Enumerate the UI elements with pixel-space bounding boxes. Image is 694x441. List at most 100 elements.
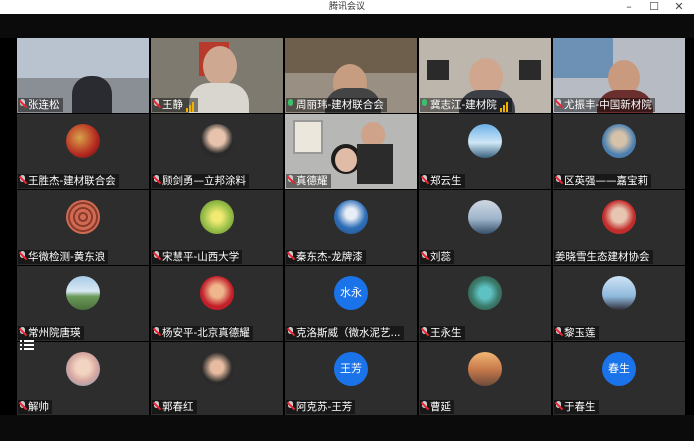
participant-avatar <box>468 352 502 386</box>
signal-strength-icon <box>186 98 195 112</box>
participant-name: 王静 <box>162 99 183 111</box>
participant-name: 黎玉莲 <box>564 327 596 339</box>
participant-name: 常州院唐瑛 <box>28 327 81 339</box>
title-bar: 腾讯会议 – ☐ ✕ <box>0 0 694 14</box>
participant-name: 张连松 <box>28 99 60 111</box>
participant-avatar <box>602 276 636 310</box>
participant-tile[interactable]: 常州院唐瑛 <box>17 266 149 341</box>
participant-tile[interactable]: 王芳 阿克苏-王芳 <box>285 342 417 415</box>
participant-tile[interactable]: 曹延 <box>419 342 551 415</box>
participant-avatar <box>66 200 100 234</box>
mic-muted-icon <box>555 401 562 411</box>
mic-muted-icon <box>421 401 428 411</box>
participant-avatar: 水永 <box>334 276 368 310</box>
mic-muted-icon <box>19 175 26 185</box>
participant-name: 王胜杰-建材联合会 <box>28 175 116 187</box>
participant-tile[interactable]: 杨安平-北京真德耀 <box>151 266 283 341</box>
participant-tile[interactable]: 王静 <box>151 38 283 113</box>
participant-tile[interactable]: 宋慧平-山西大学 <box>151 190 283 265</box>
participant-avatar <box>66 352 100 386</box>
mic-muted-icon <box>421 327 428 337</box>
participant-avatar <box>468 276 502 310</box>
mic-muted-icon <box>153 401 160 411</box>
mic-muted-icon <box>19 251 26 261</box>
participant-avatar <box>602 124 636 158</box>
participant-name: 阿克苏-王芳 <box>296 401 353 413</box>
participant-tile[interactable]: 华微检测-黄东浪 <box>17 190 149 265</box>
mic-muted-icon <box>287 401 294 411</box>
participant-avatar <box>200 352 234 386</box>
participant-avatar <box>66 276 100 310</box>
participant-avatar <box>468 124 502 158</box>
participant-tile[interactable]: 冀志江-建材院 <box>419 38 551 113</box>
participant-name: 顾剑勇—立邦涂料 <box>162 175 246 187</box>
mic-muted-icon <box>287 175 294 185</box>
participant-tile[interactable]: 黎玉莲 <box>553 266 685 341</box>
participant-name: 周丽玮-建材联合会 <box>296 99 384 111</box>
mic-muted-icon <box>19 327 26 337</box>
mic-muted-icon <box>555 99 562 109</box>
participant-avatar <box>200 200 234 234</box>
mic-muted-icon <box>153 99 160 109</box>
participant-tile[interactable]: 尤振丰-中国新材院 <box>553 38 685 113</box>
participant-name: 姜晓雪生态建材协会 <box>555 251 650 263</box>
participant-grid: 张连松 王静 周丽玮-建材联合会 冀志江-建材院 尤振丰-中国新材院 王胜杰-建… <box>17 38 685 415</box>
participant-avatar: 王芳 <box>334 352 368 386</box>
participant-tile[interactable]: 真德耀 <box>285 114 417 189</box>
mic-muted-icon <box>19 401 26 411</box>
mic-active-icon <box>421 99 428 109</box>
mic-muted-icon <box>19 99 26 109</box>
participant-name: 宋慧平-山西大学 <box>162 251 240 263</box>
minimize-button[interactable]: – <box>620 0 638 14</box>
participant-name: 解帅 <box>28 401 49 413</box>
participant-name: 王永生 <box>430 327 462 339</box>
mic-muted-icon <box>421 251 428 261</box>
participant-name: 尤振丰-中国新材院 <box>564 99 652 111</box>
participant-tile[interactable]: 王永生 <box>419 266 551 341</box>
signal-strength-icon <box>499 98 509 112</box>
mic-active-icon <box>287 99 294 109</box>
participant-name: 真德耀 <box>296 175 328 187</box>
participant-avatar <box>200 124 234 158</box>
mic-muted-icon <box>153 175 160 185</box>
window-title: 腾讯会议 <box>328 2 365 12</box>
close-button[interactable]: ✕ <box>670 0 688 14</box>
participant-name: 区英强——嘉宝莉 <box>564 175 648 187</box>
participant-name: 郭春红 <box>162 401 194 413</box>
mic-muted-icon <box>555 327 562 337</box>
participant-tile[interactable]: 张连松 <box>17 38 149 113</box>
participant-name: 曹延 <box>430 401 451 413</box>
top-toolbar-area <box>0 14 694 38</box>
participant-tile[interactable]: 春生 于春生 <box>553 342 685 415</box>
maximize-button[interactable]: ☐ <box>645 0 663 14</box>
participant-name: 华微检测-黄东浪 <box>28 251 106 263</box>
participant-tile[interactable]: 刘蕊 <box>419 190 551 265</box>
list-menu-icon[interactable] <box>20 339 38 353</box>
participant-avatar <box>602 200 636 234</box>
participant-avatar: 春生 <box>602 352 636 386</box>
participant-name: 郑云生 <box>430 175 462 187</box>
participant-tile[interactable]: 水永 克洛斯威（微水泥艺... <box>285 266 417 341</box>
participant-name: 于春生 <box>564 401 596 413</box>
participant-name: 克洛斯威（微水泥艺... <box>296 327 401 339</box>
participant-avatar <box>334 200 368 234</box>
bottom-toolbar-area <box>0 415 694 441</box>
mic-muted-icon <box>421 175 428 185</box>
mic-muted-icon <box>555 175 562 185</box>
participant-avatar <box>468 200 502 234</box>
participant-avatar <box>66 124 100 158</box>
participant-tile[interactable]: 郑云生 <box>419 114 551 189</box>
participant-tile[interactable]: 周丽玮-建材联合会 <box>285 38 417 113</box>
participant-name: 刘蕊 <box>430 251 451 263</box>
participant-tile[interactable]: 区英强——嘉宝莉 <box>553 114 685 189</box>
participant-tile[interactable]: 姜晓雪生态建材协会 <box>553 190 685 265</box>
participant-name: 冀志江-建材院 <box>430 99 497 111</box>
participant-tile[interactable]: 郭春红 <box>151 342 283 415</box>
participant-tile[interactable]: 王胜杰-建材联合会 <box>17 114 149 189</box>
participant-tile[interactable]: 顾剑勇—立邦涂料 <box>151 114 283 189</box>
mic-muted-icon <box>287 251 294 261</box>
participant-name: 秦东杰-龙牌漆 <box>296 251 363 263</box>
mic-muted-icon <box>287 327 294 337</box>
mic-muted-icon <box>153 251 160 261</box>
participant-tile[interactable]: 秦东杰-龙牌漆 <box>285 190 417 265</box>
